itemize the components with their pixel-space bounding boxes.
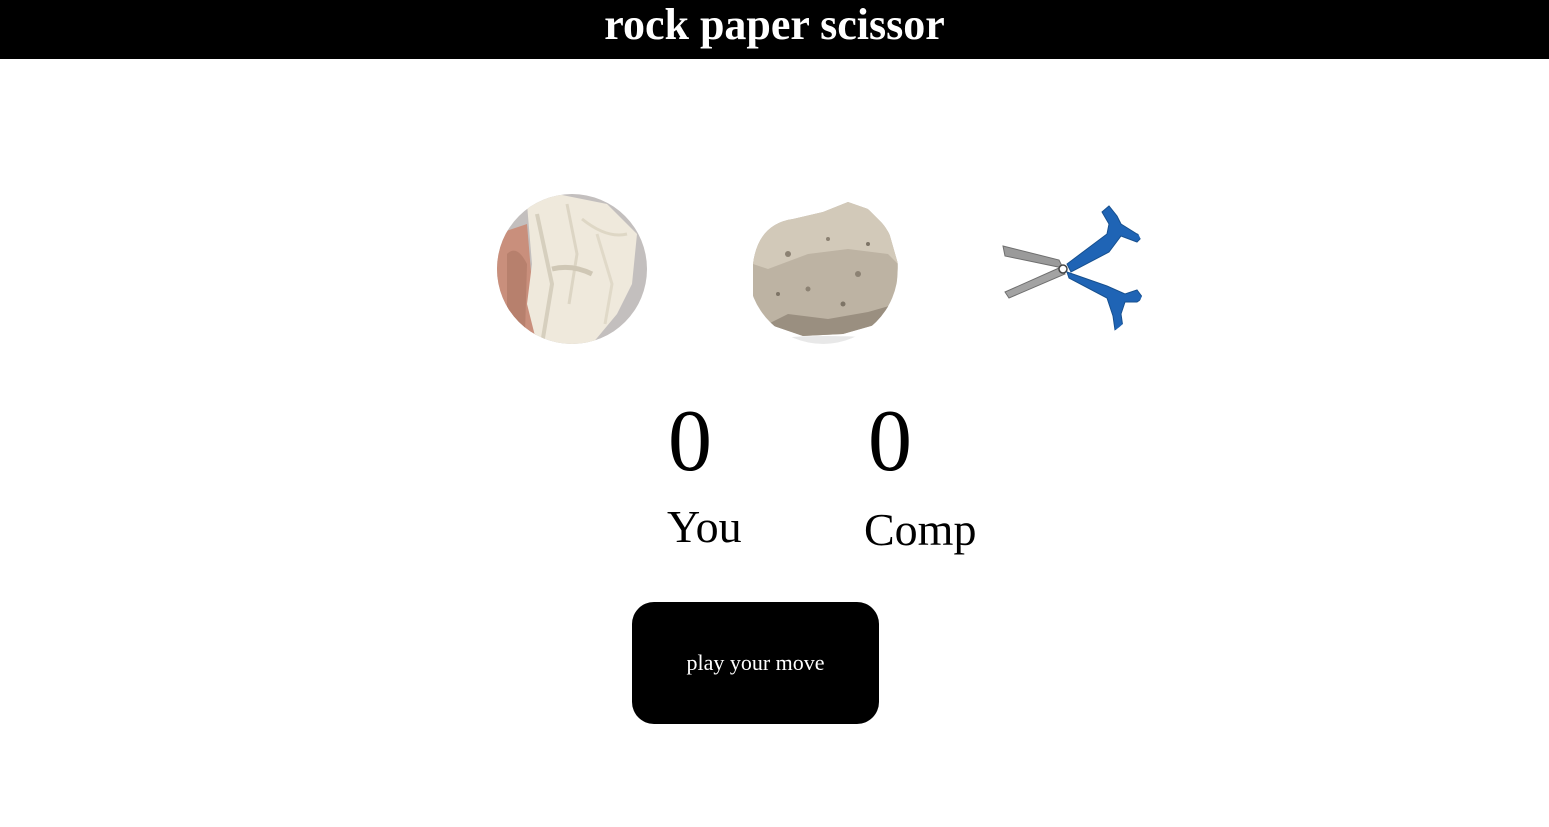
status-message: play your move: [632, 602, 879, 724]
scissor-image: [997, 194, 1147, 344]
choice-rock[interactable]: [748, 194, 898, 344]
page-header: rock paper scissor: [0, 0, 1549, 59]
user-score: 0: [668, 393, 712, 490]
page-title: rock paper scissor: [604, 0, 945, 49]
user-score-label: You: [667, 501, 742, 552]
comp-score: 0: [868, 393, 912, 490]
choice-scissor[interactable]: [997, 194, 1147, 344]
paper-image: [497, 194, 647, 344]
choice-paper[interactable]: [497, 194, 647, 344]
rock-image: [748, 194, 898, 344]
comp-score-label: Comp: [864, 504, 977, 555]
status-message-text: play your move: [686, 650, 825, 675]
